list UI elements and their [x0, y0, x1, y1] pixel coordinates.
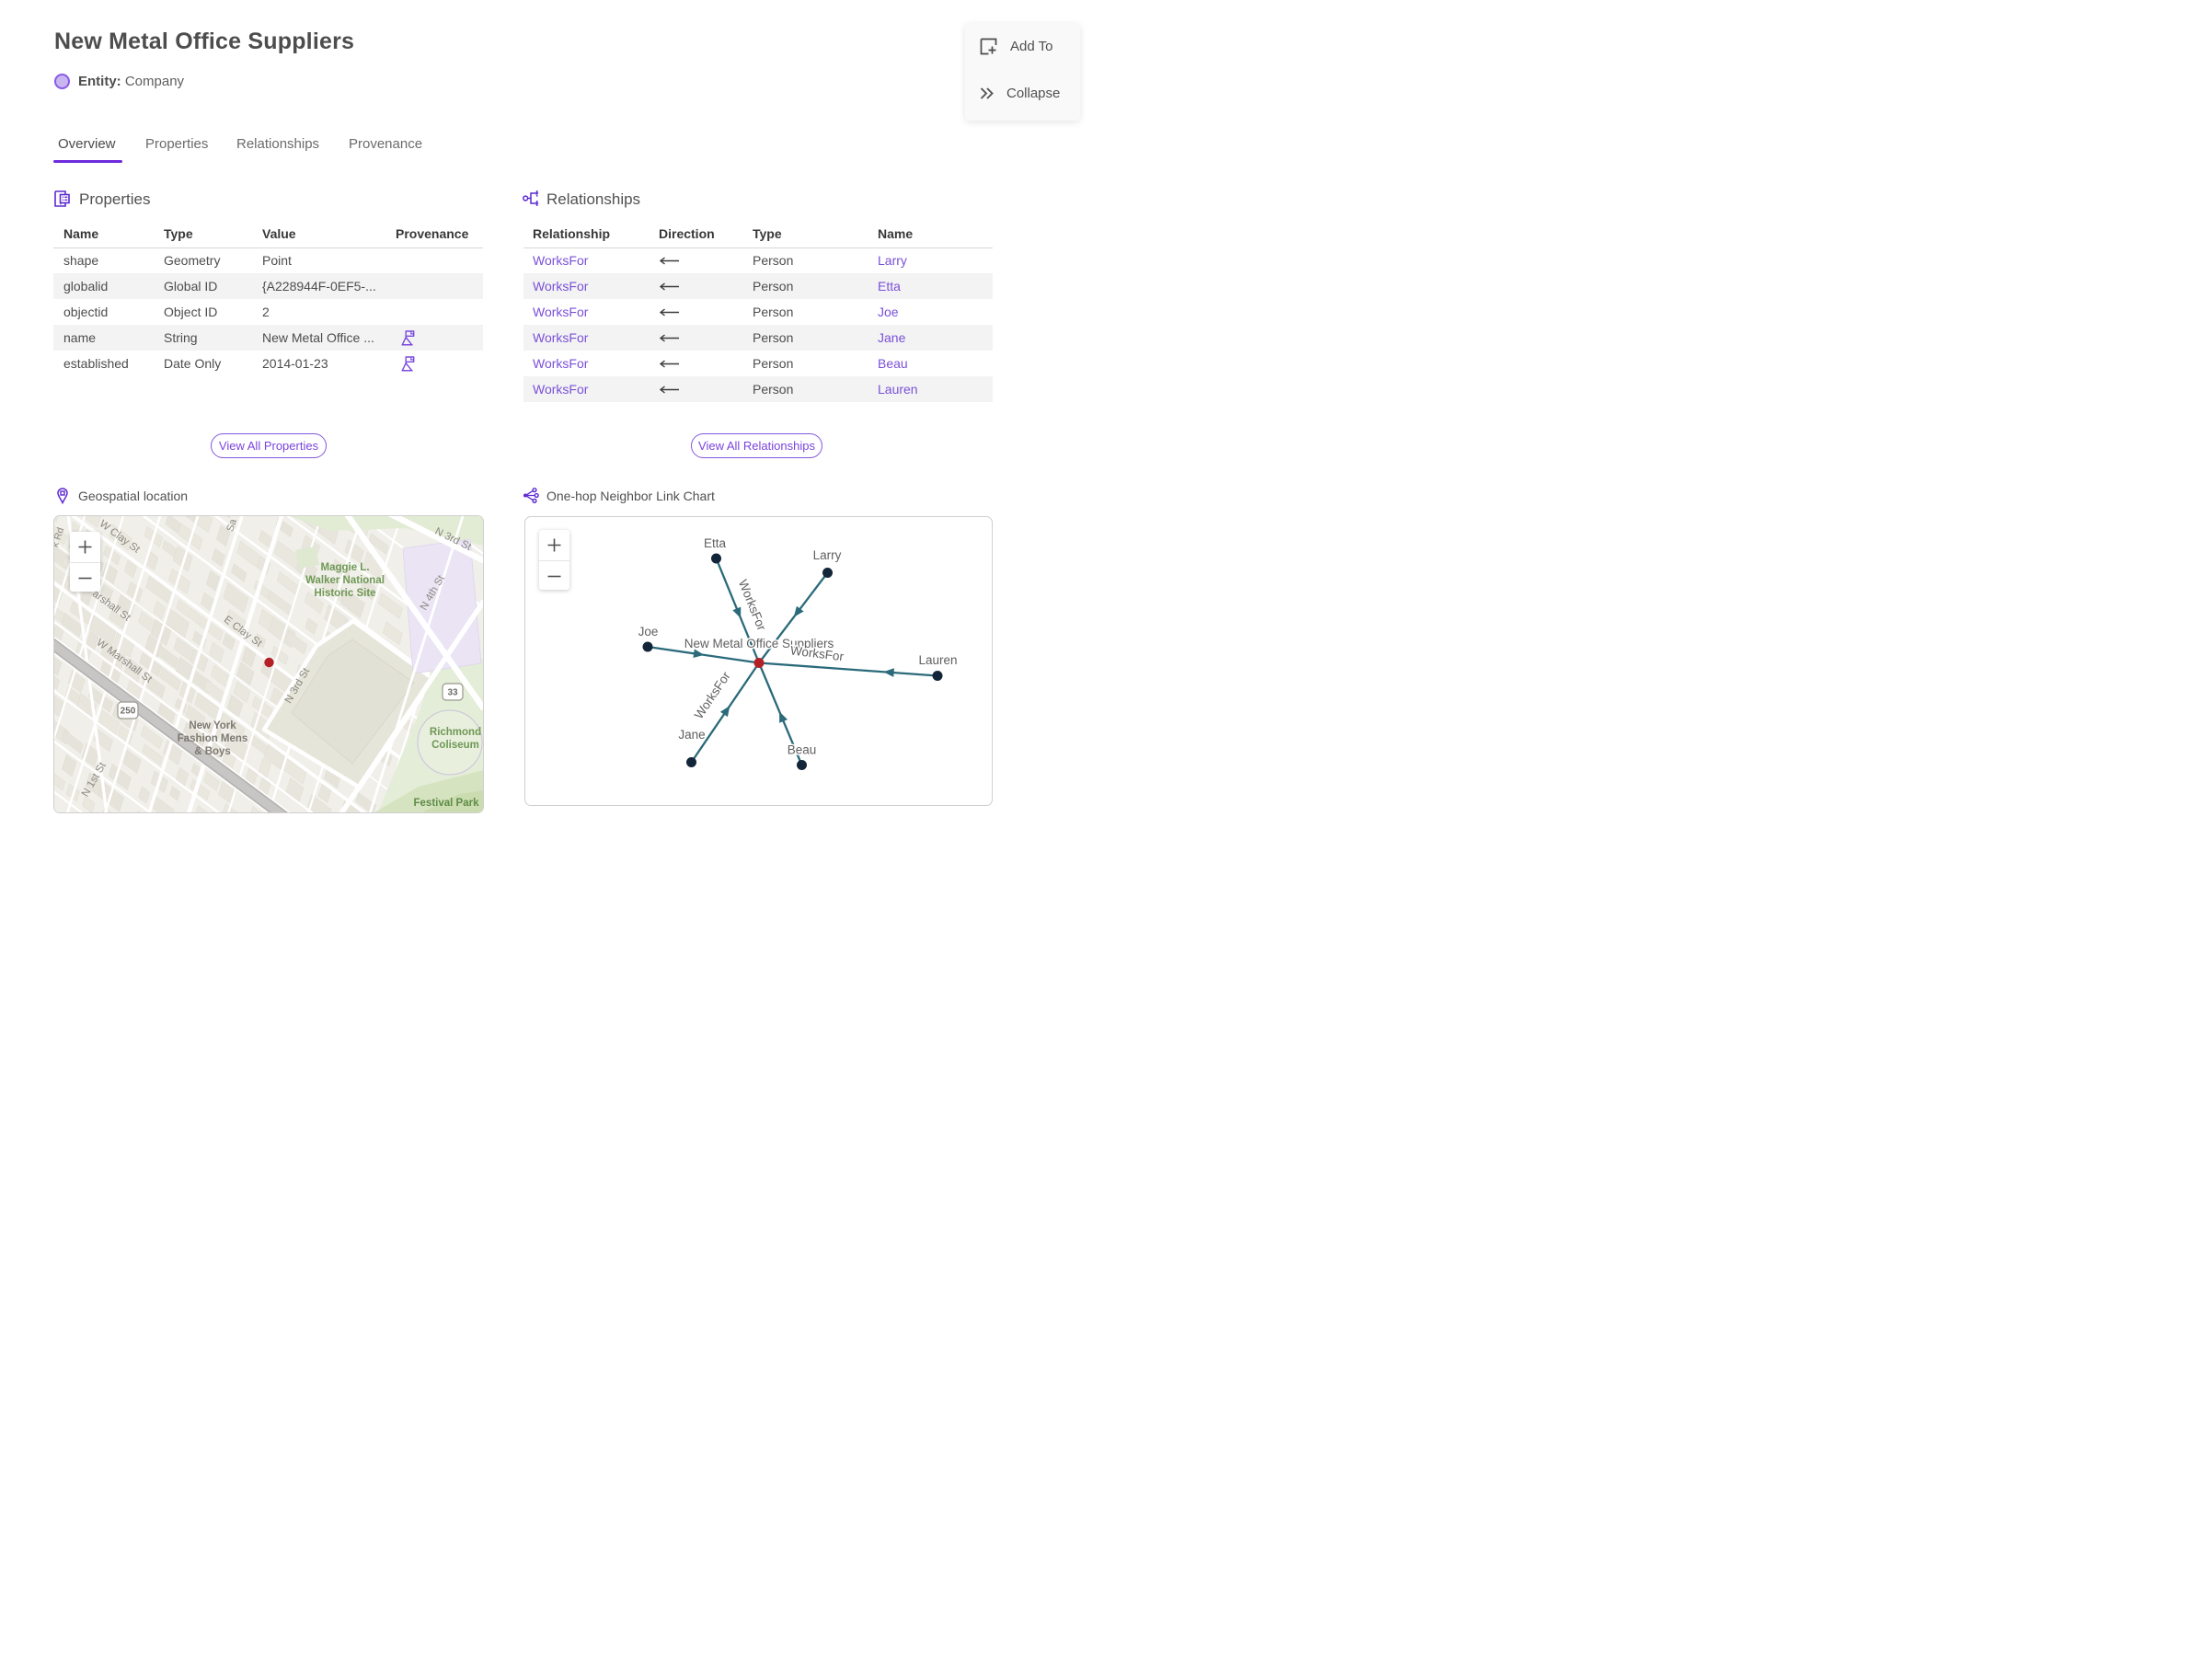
svg-text:Joe: Joe — [638, 625, 659, 639]
svg-text:Coliseum: Coliseum — [431, 740, 479, 751]
svg-text:Jane: Jane — [678, 728, 705, 742]
svg-text:Maggie L.: Maggie L. — [320, 562, 369, 573]
svg-text:Beau: Beau — [788, 743, 817, 757]
svg-text:250: 250 — [121, 707, 136, 717]
svg-text:& Boys: & Boys — [194, 746, 231, 757]
svg-text:WorksFor: WorksFor — [736, 578, 769, 633]
svg-text:Richmond: Richmond — [430, 727, 481, 738]
svg-text:Lauren: Lauren — [918, 653, 957, 667]
svg-text:33: 33 — [447, 688, 458, 698]
svg-text:New York: New York — [189, 720, 236, 731]
svg-text:WorksFor: WorksFor — [789, 643, 845, 663]
svg-text:Etta: Etta — [704, 536, 727, 550]
svg-text:Festival Park: Festival Park — [414, 798, 480, 809]
svg-text:Historic Site: Historic Site — [314, 588, 375, 599]
svg-text:Walker National: Walker National — [305, 575, 385, 586]
svg-text:Fashion Mens: Fashion Mens — [178, 733, 248, 744]
svg-text:Larry: Larry — [813, 548, 842, 562]
